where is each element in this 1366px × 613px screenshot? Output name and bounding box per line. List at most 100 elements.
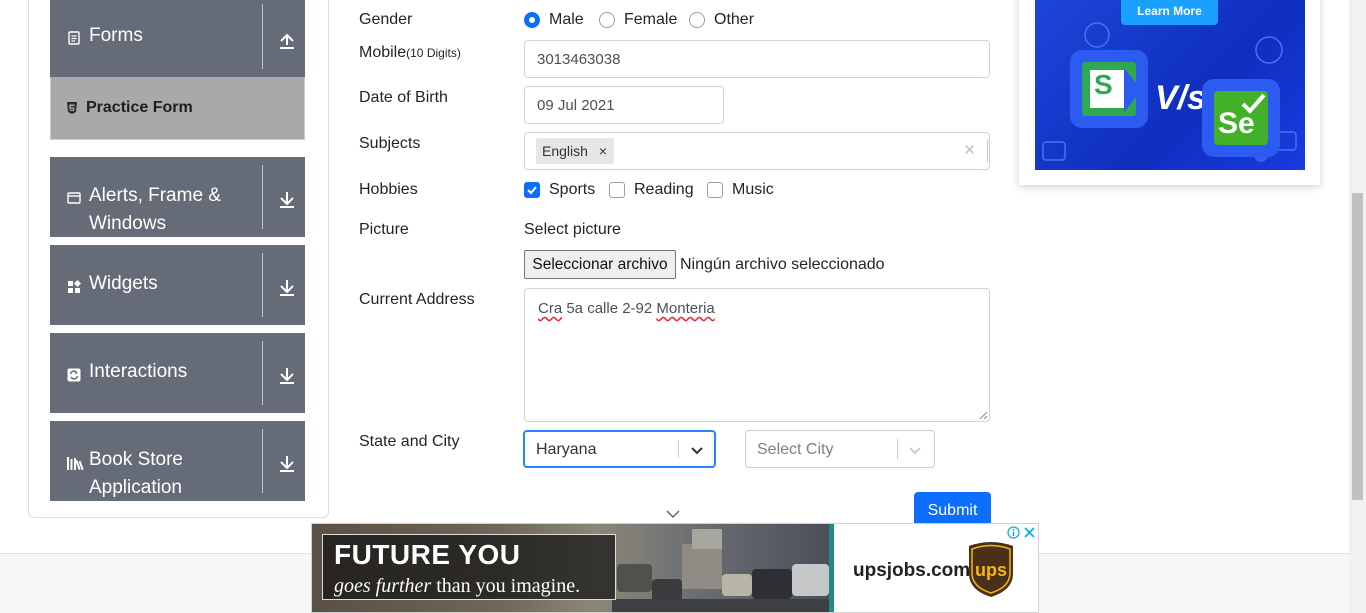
ad-banner-top[interactable]: Learn More S V/s Se — [1019, 0, 1320, 185]
divider — [262, 165, 263, 229]
ups-logo-icon: ups — [969, 542, 1013, 597]
sidebar-group-forms[interactable]: Forms — [50, 0, 305, 77]
ups-logo-text: ups — [975, 560, 1007, 580]
expand-arrow-icon[interactable] — [278, 277, 296, 297]
traffic-image — [612, 529, 829, 612]
sidebar-group-widgets[interactable]: Widgets — [50, 245, 305, 325]
divider — [262, 341, 263, 405]
radio-selected-icon — [524, 12, 540, 28]
sidebar-group-book-store[interactable]: Book Store Application — [50, 421, 305, 501]
sidebar-item-label: Practice Form — [86, 99, 193, 116]
radio-label: Other — [714, 11, 755, 28]
chevron-down-icon[interactable] — [666, 509, 680, 519]
ad-banner-bottom[interactable]: FUTURE YOU goes further than you imagine… — [311, 523, 1039, 613]
mobile-value: 3013463038 — [537, 50, 621, 68]
subjects-field[interactable]: English × × — [524, 132, 990, 170]
checkmark-icon — [1241, 93, 1266, 114]
checkbox-empty-icon — [707, 182, 723, 198]
sidebar-group-interactions[interactable]: Interactions — [50, 333, 305, 413]
sidebar-group-alerts[interactable]: Alerts, Frame & Windows — [50, 157, 305, 237]
address-value: Cra 5a calle 2-92 Monteria — [538, 300, 715, 317]
hobby-checkbox-sports[interactable]: Sports — [524, 181, 595, 199]
expand-arrow-icon[interactable] — [278, 453, 296, 473]
mobile-label-text: Mobile — [359, 44, 407, 61]
katalon-logo-icon: S — [1070, 50, 1148, 128]
chip-remove-icon[interactable]: × — [599, 143, 607, 159]
divider — [262, 4, 263, 69]
address-word: Cra — [538, 300, 563, 317]
ad-stripe — [829, 524, 834, 612]
checkbox-label: Sports — [549, 181, 596, 198]
city-placeholder: Select City — [757, 441, 834, 458]
state-select[interactable]: Haryana — [523, 430, 716, 468]
subject-chip: English × — [536, 138, 615, 164]
city-select[interactable]: Select City — [745, 430, 935, 468]
ad-headline: FUTURE YOU goes further than you imagine… — [322, 534, 616, 600]
address-word: 5a calle 2-92 — [562, 300, 657, 317]
sidebar-group-label: Alerts, Frame & Windows — [89, 185, 221, 234]
file-status: Ningún archivo seleccionado — [680, 256, 885, 273]
expand-arrow-icon[interactable] — [278, 189, 296, 209]
ad-site-link[interactable]: upsjobs.com — [853, 560, 970, 582]
resize-handle-icon[interactable] — [978, 410, 988, 420]
checkbox-label: Reading — [634, 181, 694, 198]
checkbox-empty-icon — [609, 182, 625, 198]
radio-empty-icon — [689, 12, 705, 28]
gender-radio-female[interactable]: Female — [599, 11, 677, 29]
chevron-down-icon[interactable] — [688, 441, 706, 459]
learn-more-button[interactable]: Learn More — [1121, 0, 1218, 25]
sidebar-group-label: Forms — [89, 25, 143, 46]
gender-radio-other[interactable]: Other — [689, 11, 754, 29]
divider — [987, 139, 988, 163]
ad-subline-rest: than you imagine. — [431, 575, 581, 597]
vs-text: V/s — [1155, 79, 1207, 117]
radio-label: Male — [549, 11, 584, 28]
close-icon[interactable] — [1023, 526, 1036, 539]
scrollbar[interactable] — [1349, 0, 1366, 613]
ad-headline-text: FUTURE YOU — [334, 539, 521, 570]
sidebar-item-practice-form[interactable]: Practice Form — [50, 77, 305, 140]
mobile-label: Mobile(10 Digits) — [359, 44, 461, 62]
html5-icon — [67, 102, 77, 114]
expand-arrow-icon[interactable] — [278, 365, 296, 385]
document-icon — [68, 31, 80, 45]
address-word: Monteria — [656, 300, 715, 317]
subjects-label: Subjects — [359, 135, 421, 152]
widgets-icon — [68, 280, 81, 293]
divider — [262, 253, 263, 317]
sidebar-group-label: Book Store Application — [89, 449, 183, 498]
chevron-down-icon[interactable] — [906, 441, 924, 459]
radio-label: Female — [624, 11, 678, 28]
ad-badges — [1007, 526, 1036, 539]
checkbox-checked-icon — [524, 182, 540, 198]
hobby-checkbox-reading[interactable]: Reading — [609, 181, 694, 199]
ad-image: Learn More S V/s Se — [1035, 0, 1305, 170]
sidebar-group-label: Interactions — [89, 361, 188, 382]
ad-subline: goes further than you imagine. — [334, 575, 580, 598]
ad-photo: FUTURE YOU goes further than you imagine… — [312, 524, 829, 612]
hobby-checkbox-music[interactable]: Music — [707, 181, 774, 199]
clear-icon[interactable]: × — [964, 140, 975, 162]
divider — [678, 440, 679, 458]
collapse-arrow-icon[interactable] — [278, 30, 296, 50]
divider — [262, 429, 263, 493]
picture-label: Picture — [359, 221, 409, 238]
logo-letter: S — [1094, 69, 1113, 100]
gender-label: Gender — [359, 11, 413, 28]
state-city-label: State and City — [359, 433, 460, 450]
interactions-icon — [67, 368, 81, 382]
mobile-field[interactable]: 3013463038 — [524, 40, 990, 78]
scrollbar-thumb[interactable] — [1352, 193, 1363, 500]
dob-field[interactable]: 09 Jul 2021 — [524, 86, 724, 124]
books-icon — [67, 457, 84, 470]
adchoices-icon[interactable] — [1007, 526, 1020, 539]
choose-file-button[interactable]: Seleccionar archivo — [524, 250, 676, 279]
gender-radio-male[interactable]: Male — [524, 11, 584, 29]
radio-empty-icon — [599, 12, 615, 28]
address-label: Current Address — [359, 291, 475, 308]
window-icon — [67, 192, 81, 204]
page: Forms Practice Form Alerts, Frame & Wind… — [0, 0, 1366, 613]
selenium-logo-icon: Se — [1202, 79, 1280, 157]
current-address-textarea[interactable]: Cra 5a calle 2-92 Monteria — [524, 288, 990, 422]
chip-label: English — [542, 143, 588, 159]
